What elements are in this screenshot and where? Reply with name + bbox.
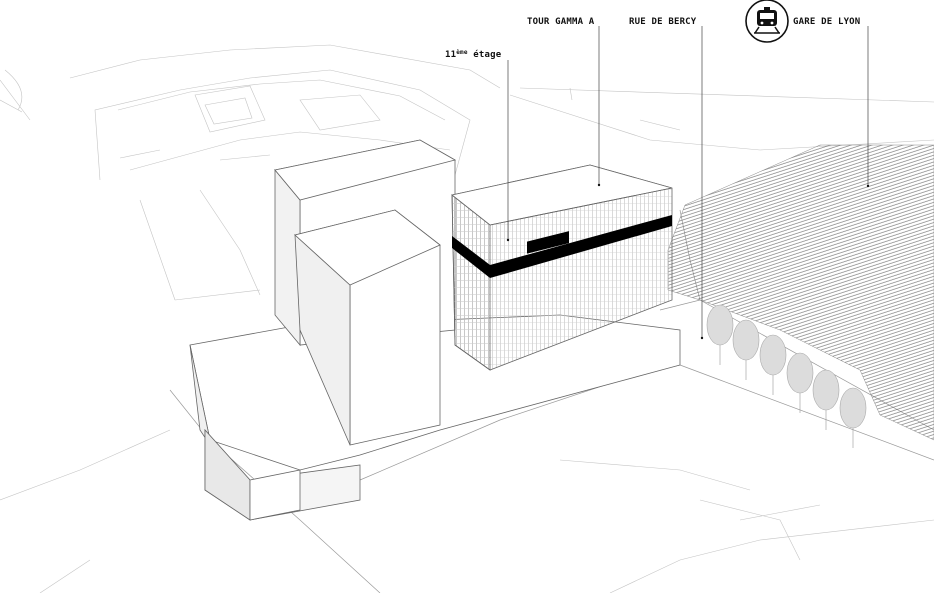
label-floor: 11ème étage <box>445 49 502 60</box>
site-plan-diagram: 11ème étage TOUR GAMMA A RUE DE BERCY GA… <box>0 0 934 593</box>
railway-tracks <box>667 144 934 441</box>
label-gare-de-lyon: GARE DE LYON <box>793 17 860 27</box>
train-icon <box>745 0 789 43</box>
label-rue-de-bercy: RUE DE BERCY <box>629 17 697 27</box>
label-tour-gamma-a: TOUR GAMMA A <box>527 17 595 27</box>
